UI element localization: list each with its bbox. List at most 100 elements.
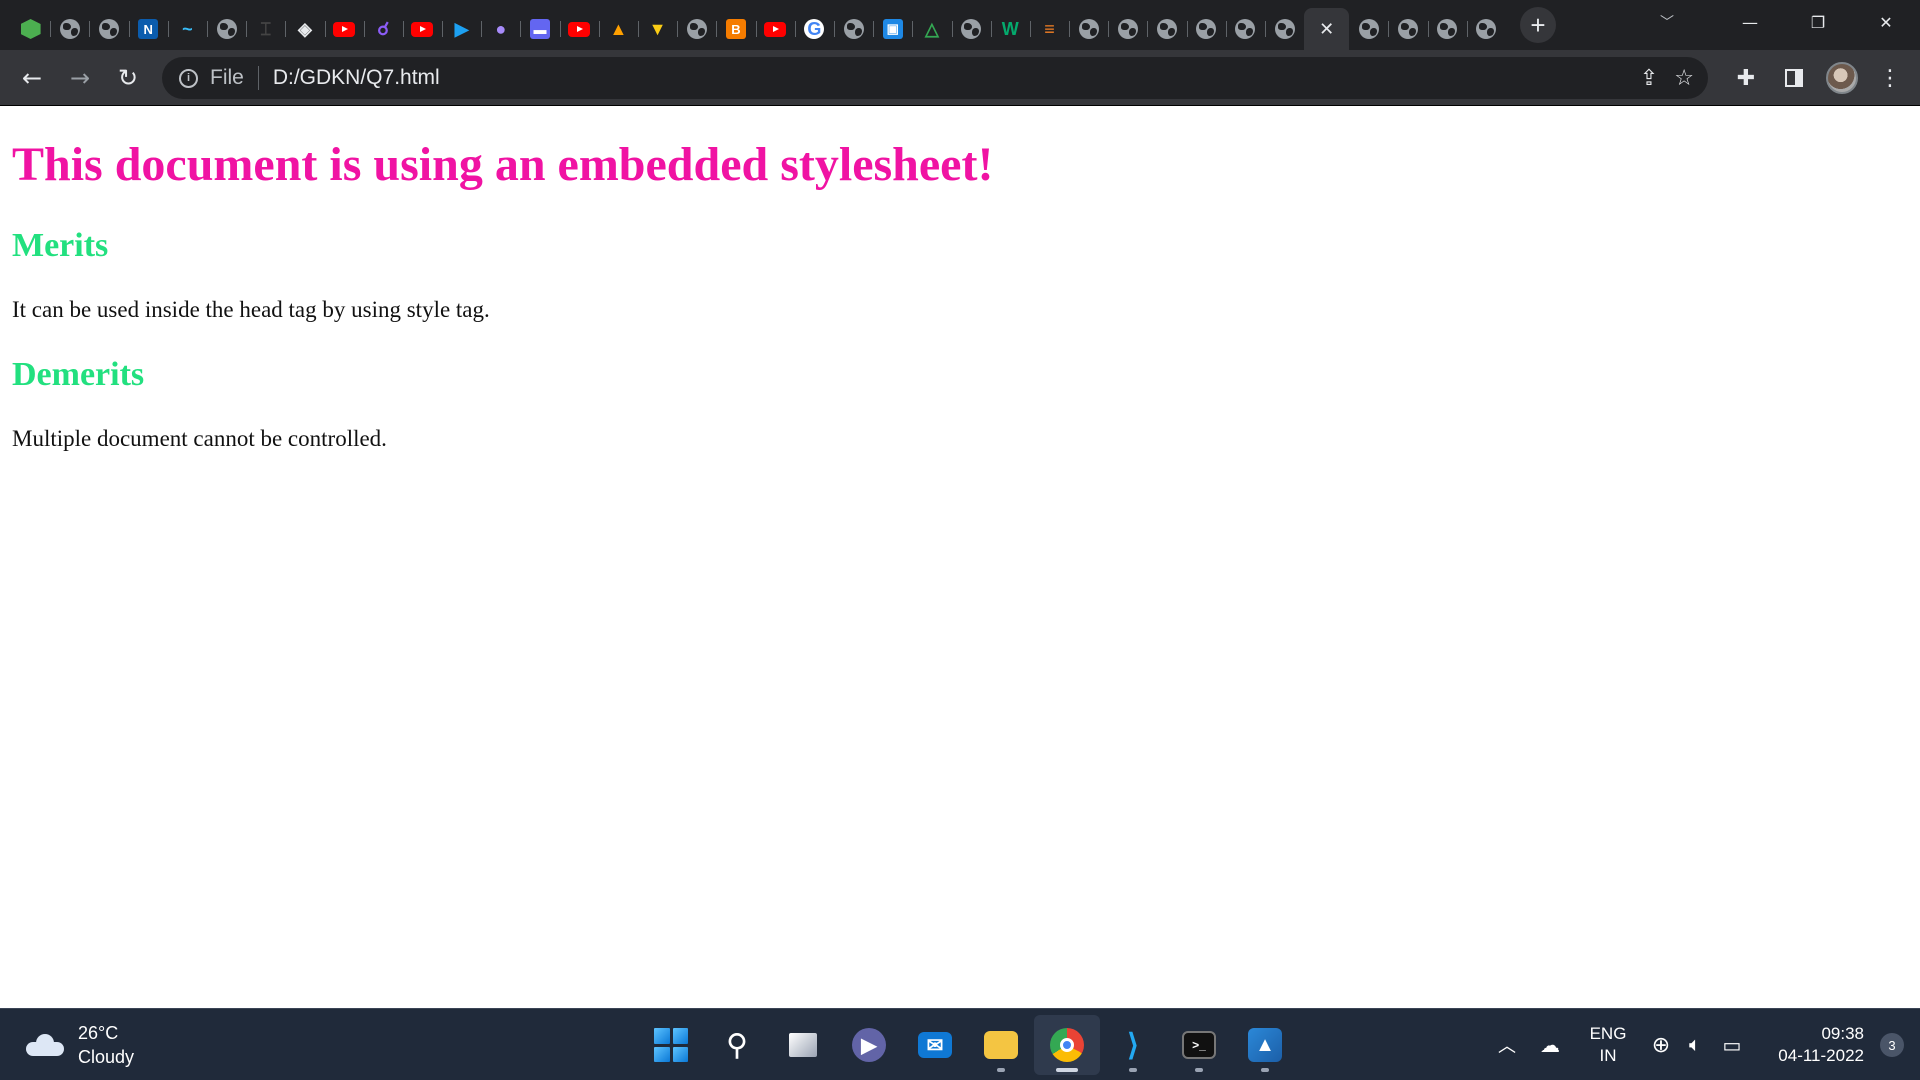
hexagon-icon — [20, 19, 41, 39]
address-bar[interactable]: i File D:/GDKN/Q7.html ⇪ ☆ — [162, 57, 1708, 99]
search-button[interactable]: ⚲ — [704, 1015, 770, 1075]
tab[interactable] — [324, 10, 364, 48]
tab[interactable] — [89, 10, 128, 48]
youtube-icon — [568, 21, 591, 37]
tab-active[interactable]: ✕ — [1304, 8, 1350, 50]
taskbar-apps: ⚲ ▶ ✉ ⟩ >_ ▲ — [638, 1015, 1298, 1075]
tab[interactable]: ▣ — [873, 10, 912, 48]
tab[interactable]: N — [128, 10, 168, 48]
tab[interactable]: ▬ — [520, 10, 559, 48]
onedrive-icon[interactable]: ☁ — [1528, 1033, 1572, 1058]
globe-icon — [686, 19, 707, 39]
tab[interactable] — [1349, 10, 1388, 48]
mail-icon: ✉ — [918, 1032, 952, 1058]
profile-button[interactable] — [1818, 58, 1866, 98]
omnibox-actions: ⇪ ☆ — [1640, 57, 1694, 99]
tab[interactable]: ▲ — [598, 10, 638, 48]
globe-icon — [1235, 19, 1256, 39]
close-window-icon[interactable]: ✕ — [1852, 0, 1920, 44]
url-text[interactable]: D:/GDKN/Q7.html — [273, 66, 440, 90]
mail-button[interactable]: ✉ — [902, 1015, 968, 1075]
terminal-button[interactable]: >_ — [1166, 1015, 1232, 1075]
close-icon[interactable]: ✕ — [1319, 19, 1334, 40]
volume-icon[interactable]: 🔈︎ — [1678, 1034, 1712, 1057]
minimize-icon[interactable]: — — [1716, 0, 1784, 44]
tab[interactable] — [1225, 10, 1265, 48]
reload-icon[interactable]: ↻ — [108, 58, 148, 98]
running-indicator — [1129, 1068, 1137, 1072]
chevron-up-icon[interactable]: ︿ — [1486, 1032, 1528, 1058]
new-tab-button[interactable]: + — [1519, 7, 1556, 43]
tab[interactable]: △ — [912, 10, 951, 48]
task-view-icon — [789, 1033, 817, 1057]
tab[interactable] — [1466, 10, 1506, 48]
youtube-icon — [333, 21, 356, 37]
globe-icon — [1274, 19, 1295, 39]
info-icon[interactable]: i — [179, 68, 198, 88]
tab[interactable] — [1427, 10, 1467, 48]
globe-icon — [1437, 19, 1458, 39]
section-title-demerits: Demerits — [12, 356, 145, 393]
tab[interactable] — [1265, 10, 1304, 48]
weather-widget[interactable]: 26°C Cloudy — [26, 1021, 134, 1069]
tab[interactable] — [951, 10, 991, 48]
tab[interactable] — [1069, 10, 1108, 48]
tab[interactable] — [206, 10, 246, 48]
tab-search-icon[interactable]: ﹀ — [1660, 12, 1674, 32]
running-indicator — [997, 1068, 1005, 1072]
tab[interactable] — [677, 10, 716, 48]
google-icon: G — [804, 19, 825, 39]
forward-icon[interactable]: → — [60, 58, 100, 98]
clock[interactable]: 09:38 04-11-2022 — [1752, 1023, 1864, 1067]
file-explorer-button[interactable] — [968, 1015, 1034, 1075]
notion-icon: N — [138, 19, 159, 39]
tab[interactable]: ▶ — [442, 10, 481, 48]
back-icon[interactable]: ← — [12, 58, 52, 98]
cup-icon: ▼ — [648, 18, 667, 39]
tab[interactable] — [50, 10, 89, 48]
battery-icon[interactable]: ▭ — [1712, 1033, 1752, 1058]
tab[interactable]: ● — [481, 10, 520, 48]
tab[interactable]: ☌ — [363, 10, 403, 48]
tab[interactable] — [1147, 10, 1186, 48]
tab[interactable]: ~ — [167, 10, 207, 48]
tab[interactable]: ◈ — [285, 10, 324, 48]
task-view-button[interactable] — [770, 1015, 836, 1075]
side-panel-icon — [1785, 69, 1803, 87]
tab-list: N ~ ⌶ ◈ ☌ ▶ ● ▬ ▲ ▼ B G ▣ △ W ≡ ✕ — [0, 0, 1506, 50]
tab[interactable]: G — [794, 10, 834, 48]
tab[interactable] — [1388, 10, 1427, 48]
photos-button[interactable]: ▲ — [1232, 1015, 1298, 1075]
tab[interactable] — [755, 10, 795, 48]
weather-condition: Cloudy — [78, 1047, 135, 1067]
tab[interactable] — [11, 10, 50, 48]
language-indicator[interactable]: ENG IN — [1572, 1023, 1644, 1067]
globe-icon — [961, 19, 982, 39]
tab[interactable]: W — [990, 10, 1030, 48]
browser-toolbar: ← → ↻ i File D:/GDKN/Q7.html ⇪ ☆ ✚ ⋮ — [0, 50, 1920, 106]
vscode-button[interactable]: ⟩ — [1100, 1015, 1166, 1075]
start-button[interactable] — [638, 1015, 704, 1075]
tab[interactable]: ≡ — [1029, 10, 1069, 48]
tab[interactable] — [1186, 10, 1226, 48]
restore-icon[interactable]: ❐ — [1784, 0, 1852, 44]
share-icon[interactable]: ⇪ — [1640, 66, 1658, 91]
tab[interactable] — [402, 10, 442, 48]
tab[interactable] — [833, 10, 873, 48]
extensions-icon[interactable]: ✚ — [1722, 58, 1770, 98]
network-icon[interactable]: ⊕ — [1644, 1032, 1678, 1058]
system-tray: ︿ ☁ ENG IN ⊕ 🔈︎ ▭ 09:38 04-11-2022 3 — [1486, 1009, 1920, 1080]
notification-center[interactable]: 3 — [1864, 1033, 1920, 1057]
tab[interactable]: ⌶ — [246, 10, 285, 48]
globe-icon — [1196, 19, 1217, 39]
teams-chat-button[interactable]: ▶ — [836, 1015, 902, 1075]
tab[interactable]: B — [716, 10, 755, 48]
bookmark-star-icon[interactable]: ☆ — [1674, 66, 1694, 91]
tab[interactable]: ▼ — [638, 10, 677, 48]
tab[interactable] — [1108, 10, 1147, 48]
codepen-icon: ◈ — [297, 18, 312, 39]
side-panel-button[interactable] — [1770, 58, 1818, 98]
chrome-button[interactable] — [1034, 1015, 1100, 1075]
tab[interactable] — [559, 10, 599, 48]
menu-icon[interactable]: ⋮ — [1866, 58, 1914, 98]
